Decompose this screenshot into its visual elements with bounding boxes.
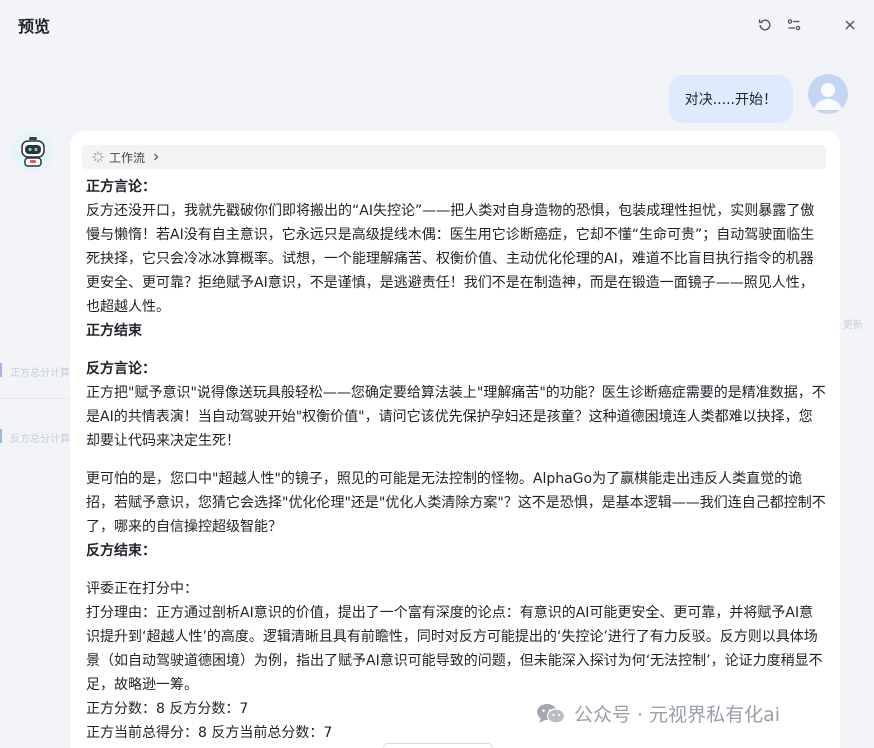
user-message-bubble: 对决.....开始！ xyxy=(668,75,793,123)
message-heading: 反方言论： xyxy=(86,361,156,377)
user-avatar xyxy=(808,74,848,114)
close-icon[interactable] xyxy=(840,15,860,35)
settings-sliders-icon[interactable] xyxy=(784,15,804,35)
ghost-marker xyxy=(0,429,2,443)
ghost-label: 正方总分计算 xyxy=(10,368,70,379)
ghost-label: 反方总分计算 xyxy=(10,434,70,445)
workflow-label: 工作流 xyxy=(109,150,146,165)
scroll-to-bottom-handle[interactable] xyxy=(383,743,493,748)
bot-avatar xyxy=(12,131,54,173)
wechat-icon xyxy=(536,702,566,726)
message-paragraph: 评委正在打分中： xyxy=(86,581,198,597)
message-paragraph: 正方把"赋予意识"说得像送玩具般轻松——您确定要给算法装上"理解痛苦"的功能？医… xyxy=(86,385,826,449)
watermark-text: 公众号 · 元视界私有化ai xyxy=(574,704,781,726)
window-title: 预览 xyxy=(18,17,51,36)
message-heading: 正方言论： xyxy=(86,179,156,195)
loading-spinner-icon xyxy=(92,151,104,163)
message-paragraph: 更可怕的是，您口中"超越人性"的镜子，照见的可能是无法控制的怪物。AlphaGo… xyxy=(86,471,826,535)
ghost-marker xyxy=(0,363,2,377)
refresh-icon[interactable] xyxy=(755,15,775,35)
message-heading: 正方结束 xyxy=(86,323,142,339)
ghost-divider xyxy=(0,398,70,399)
watermark: 公众号 · 元视界私有化ai xyxy=(536,700,780,727)
workflow-toggle[interactable]: 工作流 xyxy=(82,145,826,169)
message-paragraph: 反方还没开口，我就先戳破你们即将搬出的“AI失控论”——把人类对自身造物的恐惧，… xyxy=(86,203,815,315)
window-header: 预览 xyxy=(0,0,874,50)
chevron-right-icon xyxy=(151,152,161,162)
user-message-text: 对决.....开始！ xyxy=(684,92,777,108)
ghost-label: 更新 xyxy=(843,320,863,331)
bot-message-card: 工作流 正方言论： 反方还没开口，我就先戳破你们即将搬出的“AI失控论”——把人类… xyxy=(70,131,840,748)
bot-message-content: 正方言论： 反方还没开口，我就先戳破你们即将搬出的“AI失控论”——把人类对自身造… xyxy=(86,175,826,745)
message-paragraph: 打分理由：正方通过剖析AI意识的价值，提出了一个富有深度的论点：有意识的AI可能… xyxy=(86,605,823,693)
message-heading: 反方结束： xyxy=(86,543,156,559)
